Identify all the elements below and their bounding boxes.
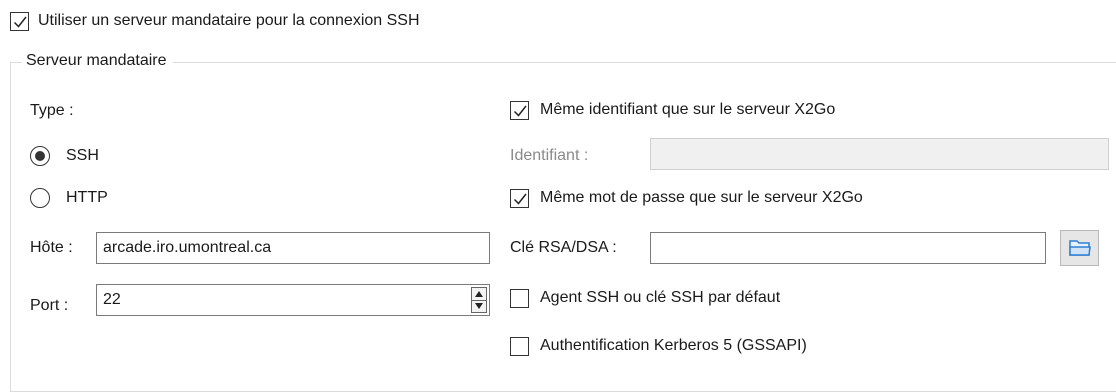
login-label: Identifiant : xyxy=(510,147,589,164)
use-proxy-label: Utiliser un serveur mandataire pour la c… xyxy=(38,12,420,29)
host-label: Hôte : xyxy=(30,239,73,256)
radio-ssh-label[interactable]: SSH xyxy=(66,146,99,166)
same-password-label: Même mot de passe que sur le serveur X2G… xyxy=(540,189,863,206)
same-login-checkbox[interactable] xyxy=(510,101,529,120)
port-stepper[interactable] xyxy=(471,287,487,313)
spin-down-button[interactable] xyxy=(472,300,486,312)
type-label: Type : xyxy=(30,102,74,119)
port-label: Port : xyxy=(30,297,69,314)
rsa-label: Clé RSA/DSA : xyxy=(510,239,617,256)
folder-open-icon xyxy=(1069,240,1091,256)
radio-ssh-dot xyxy=(35,151,45,161)
radio-ssh[interactable] xyxy=(30,146,50,166)
port-spinbox[interactable]: 22 xyxy=(96,284,490,316)
browse-key-button[interactable] xyxy=(1060,230,1099,266)
checkmark-icon xyxy=(513,193,527,205)
kerberos-label: Authentification Kerberos 5 (GSSAPI) xyxy=(540,337,807,354)
radio-http[interactable] xyxy=(30,188,50,208)
use-proxy-checkbox[interactable] xyxy=(10,12,29,31)
login-input[interactable] xyxy=(650,138,1109,170)
ssh-agent-label: Agent SSH ou clé SSH par défaut xyxy=(540,289,781,306)
kerberos-checkbox[interactable] xyxy=(510,337,529,356)
proxy-server-group-title: Serveur mandataire xyxy=(22,51,173,71)
port-value: 22 xyxy=(103,291,121,308)
same-login-label: Même identifiant que sur le serveur X2Go xyxy=(540,101,836,118)
arrow-up-icon xyxy=(475,291,483,297)
radio-http-label[interactable]: HTTP xyxy=(66,188,108,208)
host-input[interactable]: arcade.iro.umontreal.ca xyxy=(96,232,490,264)
checkmark-icon xyxy=(13,16,27,28)
checkmark-icon xyxy=(513,105,527,117)
arrow-down-icon xyxy=(475,303,483,309)
ssh-agent-checkbox[interactable] xyxy=(510,289,529,308)
rsa-key-input[interactable] xyxy=(650,232,1046,264)
same-password-checkbox[interactable] xyxy=(510,189,529,208)
